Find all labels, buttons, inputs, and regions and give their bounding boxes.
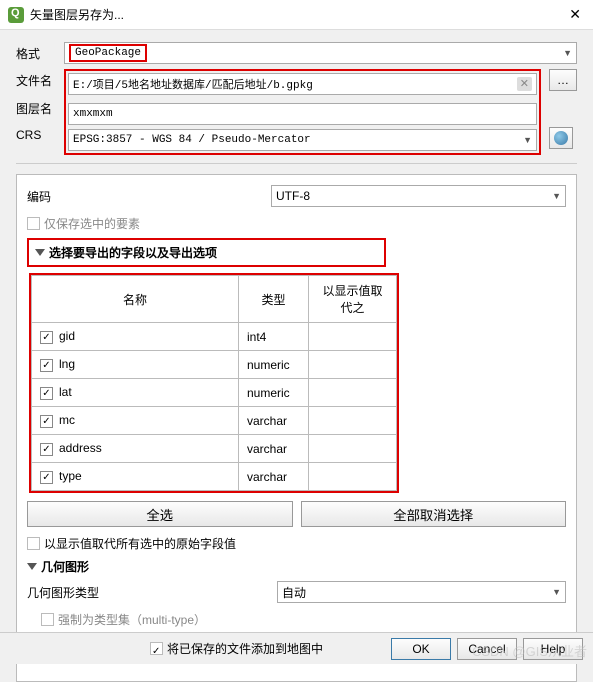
geom-type-label: 几何图形类型: [27, 584, 267, 601]
table-row[interactable]: typevarchar: [32, 463, 397, 491]
layername-input[interactable]: xmxmxm: [68, 103, 537, 125]
field-checkbox[interactable]: [40, 387, 53, 400]
clear-icon[interactable]: ✕: [517, 77, 532, 91]
table-row[interactable]: addressvarchar: [32, 435, 397, 463]
format-combo[interactable]: GeoPackage ▼: [64, 42, 577, 64]
triangle-down-icon[interactable]: [27, 563, 37, 570]
add-to-map-checkbox[interactable]: [150, 642, 163, 655]
globe-icon: [554, 131, 568, 145]
app-icon: [8, 7, 24, 23]
replace-raw-checkbox[interactable]: [27, 537, 40, 550]
col-type[interactable]: 类型: [239, 276, 309, 323]
window-title: 矢量图层另存为...: [30, 6, 565, 23]
triangle-down-icon[interactable]: [35, 249, 45, 256]
format-value: GeoPackage: [69, 44, 147, 62]
geom-type-combo[interactable]: 自动 ▼: [277, 581, 566, 603]
field-checkbox[interactable]: [40, 359, 53, 372]
field-checkbox[interactable]: [40, 471, 53, 484]
table-row[interactable]: mcvarchar: [32, 407, 397, 435]
field-checkbox[interactable]: [40, 415, 53, 428]
browse-button[interactable]: …: [549, 69, 577, 91]
replace-raw-label: 以显示值取代所有选中的原始字段值: [44, 535, 236, 552]
layername-label: 图层名: [16, 100, 56, 117]
encoding-label: 编码: [27, 188, 257, 205]
table-row[interactable]: gidint4: [32, 323, 397, 351]
deselect-all-button[interactable]: 全部取消选择: [301, 501, 567, 527]
filename-input[interactable]: E:/项目/5地名地址数据库/匹配后地址/b.gpkg ✕: [68, 73, 537, 95]
crs-combo[interactable]: EPSG:3857 - WGS 84 / Pseudo-Mercator ▼: [68, 129, 537, 151]
fields-table: 名称 类型 以显示值取代之 gidint4lngnumericlatnumeri…: [31, 275, 397, 491]
crs-picker-button[interactable]: [549, 127, 573, 149]
col-disp[interactable]: 以显示值取代之: [309, 276, 397, 323]
format-label: 格式: [16, 45, 56, 62]
chevron-down-icon: ▼: [552, 587, 561, 597]
add-to-map-label: 将已保存的文件添加到地图中: [167, 640, 323, 657]
table-row[interactable]: latnumeric: [32, 379, 397, 407]
table-row[interactable]: lngnumeric: [32, 351, 397, 379]
col-name[interactable]: 名称: [32, 276, 239, 323]
fields-section-label: 选择要导出的字段以及导出选项: [49, 244, 217, 261]
chevron-down-icon: ▼: [523, 135, 532, 145]
force-multi-checkbox: [41, 613, 54, 626]
close-icon[interactable]: ✕: [565, 6, 585, 23]
encoding-combo[interactable]: UTF-8 ▼: [271, 185, 566, 207]
select-all-button[interactable]: 全选: [27, 501, 293, 527]
save-selected-checkbox[interactable]: [27, 217, 40, 230]
chevron-down-icon: ▼: [563, 48, 572, 58]
chevron-down-icon: ▼: [552, 191, 561, 201]
field-checkbox[interactable]: [40, 331, 53, 344]
save-selected-label: 仅保存选中的要素: [44, 215, 140, 232]
ok-button[interactable]: OK: [391, 638, 451, 660]
field-checkbox[interactable]: [40, 443, 53, 456]
crs-label: CRS: [16, 128, 56, 142]
cancel-button[interactable]: Cancel: [457, 638, 517, 660]
filename-label: 文件名: [16, 72, 56, 89]
force-multi-label: 强制为类型集（multi-type）: [58, 611, 206, 628]
geom-section-label: 几何图形: [41, 558, 89, 575]
help-button[interactable]: Help: [523, 638, 583, 660]
